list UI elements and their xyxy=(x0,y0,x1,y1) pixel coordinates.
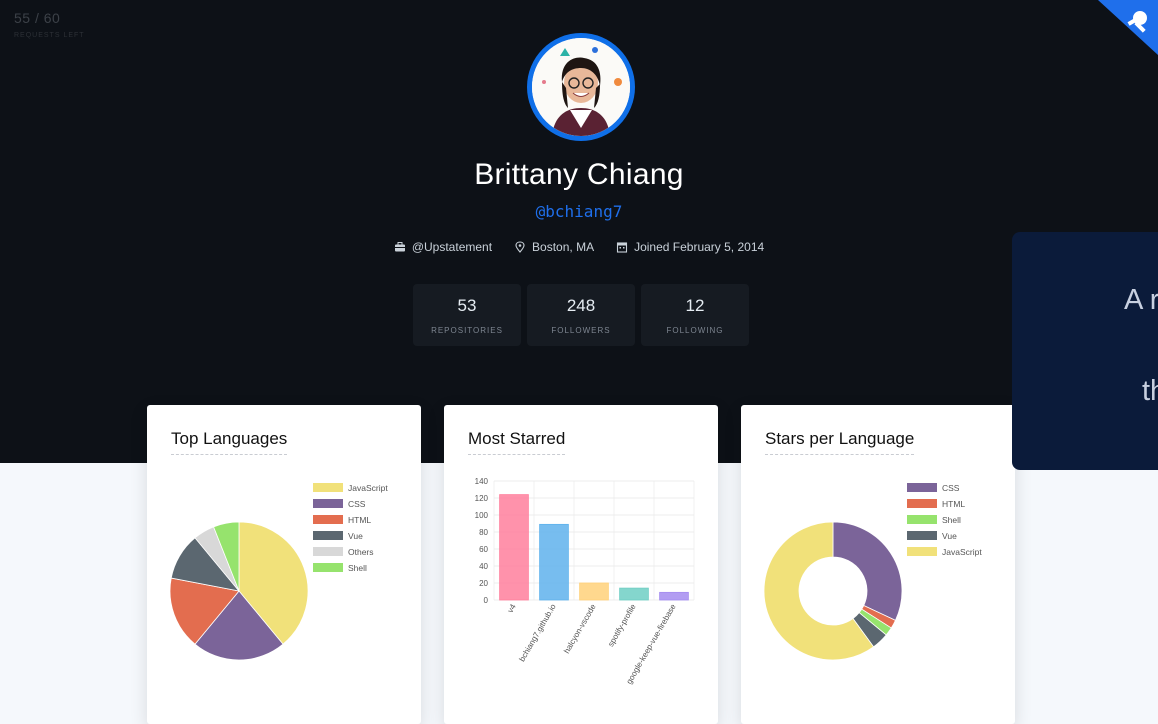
legend-label-javascript: JavaScript xyxy=(348,483,388,493)
stat-label: REPOSITORIES xyxy=(431,326,503,335)
stat-value: 53 xyxy=(457,296,477,315)
avatar xyxy=(527,33,635,141)
profile-meta: @Upstatement Boston, MA Joined February … xyxy=(0,240,1158,254)
stat-label: FOLLOWERS xyxy=(551,326,611,335)
legend-swatch-css xyxy=(313,499,343,508)
chart-legend: JavaScript CSS HTML Vue Others Shell xyxy=(313,483,388,573)
legend-label-javascript: JavaScript xyxy=(942,547,982,557)
legend-label-vue: Vue xyxy=(942,531,957,541)
popup-text-line: th xyxy=(1142,375,1158,407)
y-tick-label: 60 xyxy=(479,545,488,554)
legend-swatch-vue xyxy=(313,531,343,540)
location-text: Boston, MA xyxy=(532,240,595,254)
stat-value: 12 xyxy=(685,296,705,315)
y-tick-label: 0 xyxy=(484,596,489,605)
legend-swatch-html xyxy=(907,499,937,508)
rate-limit-count: 55 / 60 xyxy=(14,10,61,26)
slice-css xyxy=(832,521,903,621)
stars-per-language-doughnut-chart: CSS HTML Shell Vue JavaScript xyxy=(763,483,982,661)
legend-label-css: CSS xyxy=(942,483,960,493)
popup-text-line: A r xyxy=(1124,284,1158,316)
profile-handle-link[interactable]: @bchiang7 xyxy=(0,202,1158,221)
legend-label-vue: Vue xyxy=(348,531,363,541)
stars-per-language-card: Stars per Language CSS HTML Shell Vue JavaSc… xyxy=(741,405,1015,724)
calendar-icon xyxy=(617,242,628,253)
stat-following: 12 FOLLOWING xyxy=(641,284,749,346)
location-pin-icon xyxy=(515,241,525,253)
stat-repositories: 53 REPOSITORIES xyxy=(413,284,521,346)
joined-info: Joined February 5, 2014 xyxy=(616,240,764,254)
legend-label-shell: Shell xyxy=(942,515,961,525)
y-tick-label: 40 xyxy=(479,562,488,571)
legend-label-html: HTML xyxy=(348,515,371,525)
legend-swatch-javascript xyxy=(907,547,937,556)
x-tick-label: v4 xyxy=(506,602,518,614)
bar-halcyon-vscode xyxy=(579,582,609,601)
company-text: @Upstatement xyxy=(411,240,493,254)
bar-bchiang7-github-io xyxy=(539,523,569,601)
legend-swatch-others xyxy=(313,547,343,556)
chart-legend: CSS HTML Shell Vue JavaScript xyxy=(907,483,982,557)
company-info: @Upstatement xyxy=(394,240,492,254)
github-corner-link[interactable] xyxy=(1098,0,1158,55)
legend-swatch-html xyxy=(313,515,343,524)
overlay-popup: A r th xyxy=(1012,232,1158,470)
x-tick-label: halcyon-vscode xyxy=(562,602,598,655)
y-tick-label: 20 xyxy=(479,579,488,588)
rate-limit: 55 / 60 REQUESTS LEFT xyxy=(14,10,85,39)
legend-label-css: CSS xyxy=(348,499,366,509)
profile-stats: 53 REPOSITORIES 248 FOLLOWERS 12 FOLLOWI… xyxy=(413,284,749,346)
x-tick-label: bchiang7.github.io xyxy=(517,602,558,663)
legend-label-others: Others xyxy=(348,547,374,557)
y-tick-label: 140 xyxy=(475,477,489,486)
stat-label: FOLLOWING xyxy=(666,326,724,335)
legend-swatch-shell xyxy=(907,515,937,524)
top-languages-pie-chart: JavaScript CSS HTML Vue Others Shell xyxy=(169,483,388,661)
bar-google-keep-vue-firebase xyxy=(659,591,689,601)
avatar-photo xyxy=(532,38,630,136)
y-tick-label: 120 xyxy=(475,494,489,503)
stat-value: 248 xyxy=(566,296,596,315)
x-tick-label: spotify-profile xyxy=(606,602,638,648)
legend-label-shell: Shell xyxy=(348,563,367,573)
legend-swatch-shell xyxy=(313,563,343,572)
y-tick-label: 100 xyxy=(475,511,489,520)
top-languages-card: Top Languages JavaScript CSS HTML Vue Others… xyxy=(147,405,421,724)
rate-limit-label: REQUESTS LEFT xyxy=(14,32,85,39)
location-info: Boston, MA xyxy=(514,240,594,254)
bar-spotify-profile xyxy=(619,587,649,601)
bar-v4 xyxy=(499,494,529,601)
most-starred-bar-chart: 0 20 40 60 80 100 120 140 v4 bchiang7.github.io ha… xyxy=(475,477,695,686)
most-starred-card: Most Starred 0 20 40 60 80 100 120 140 v4 bchiang… xyxy=(444,405,718,724)
legend-swatch-css xyxy=(907,483,937,492)
stat-followers: 248 FOLLOWERS xyxy=(527,284,635,346)
briefcase-icon xyxy=(394,242,405,252)
legend-swatch-javascript xyxy=(313,483,343,492)
legend-swatch-vue xyxy=(907,531,937,540)
profile-name: Brittany Chiang xyxy=(474,158,684,191)
y-tick-label: 80 xyxy=(479,528,488,537)
joined-text: Joined February 5, 2014 xyxy=(634,240,765,254)
legend-label-html: HTML xyxy=(942,499,965,509)
